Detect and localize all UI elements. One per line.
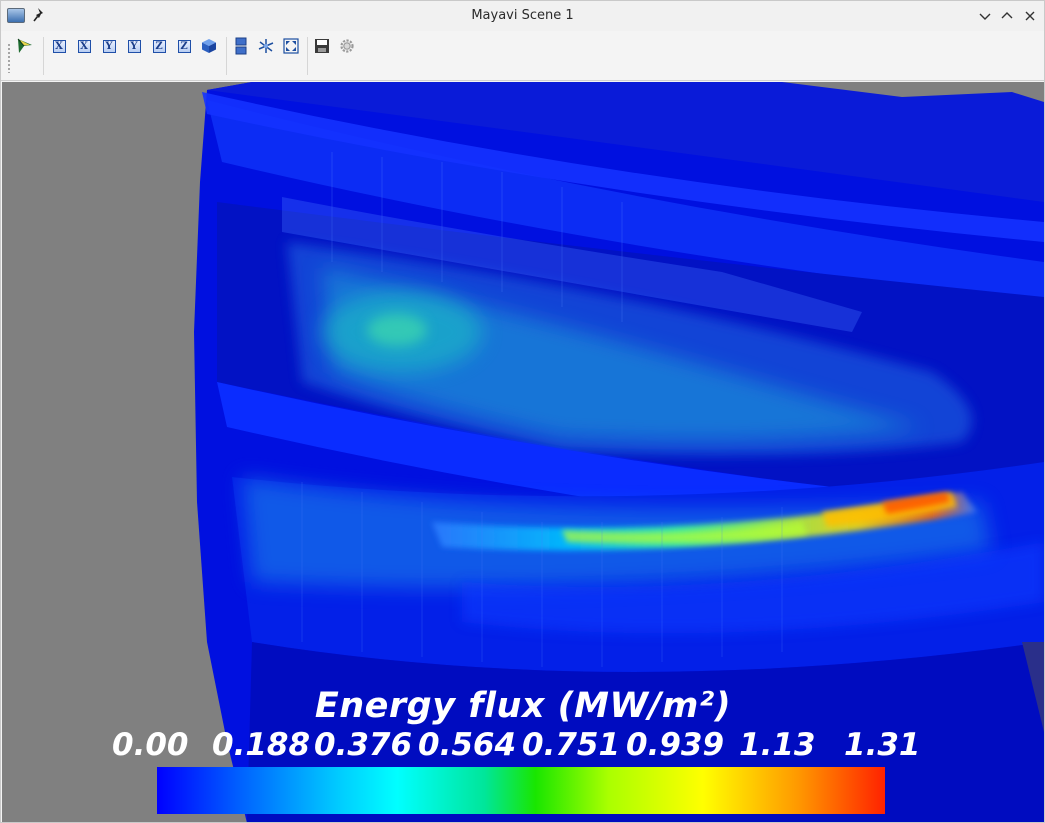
fullscreen-icon — [283, 38, 299, 54]
view-y-plus-button[interactable]: Y — [99, 36, 119, 56]
configure-scene-button[interactable] — [337, 36, 357, 56]
toolbar-separator — [226, 37, 227, 75]
parallel-projection-button[interactable] — [231, 36, 251, 56]
mayavi-window: Mayavi Scene 1 X X Y Y Z Z Energy flux (… — [0, 0, 1045, 823]
mayavi-logo-button[interactable] — [15, 36, 35, 56]
projection-icon — [235, 37, 247, 55]
view-x-minus-button[interactable]: X — [74, 36, 94, 56]
window-title: Mayavi Scene 1 — [471, 8, 574, 23]
save-scene-button[interactable] — [312, 36, 332, 56]
view-z-plus-button[interactable]: Z — [149, 36, 169, 56]
isometric-view-button[interactable] — [199, 36, 219, 56]
colorbar-tick: 0.939 — [626, 727, 725, 763]
full-screen-button[interactable] — [281, 36, 301, 56]
minimize-button[interactable] — [976, 7, 994, 25]
minimize-icon — [979, 13, 991, 20]
view-y-minus-button[interactable]: Y — [124, 36, 144, 56]
colorbar-tick: 0.376 — [314, 727, 413, 763]
cube-icon — [202, 39, 216, 53]
view-z-minus-button[interactable]: Z — [174, 36, 194, 56]
scene-toolbar: X X Y Y Z Z — [1, 31, 1044, 81]
colorbar-title: Energy flux (MW/m²) — [314, 686, 732, 726]
maximize-button[interactable] — [998, 7, 1016, 25]
colorbar-tick: 0.751 — [522, 727, 621, 763]
title-bar: Mayavi Scene 1 — [1, 1, 1044, 32]
save-icon — [315, 39, 329, 53]
colorbar-tick: 0.564 — [418, 727, 517, 763]
axes-icon — [258, 39, 274, 53]
show-axes-button[interactable] — [256, 36, 276, 56]
gear-icon — [340, 39, 354, 53]
colorbar-tick: 0.188 — [212, 727, 311, 763]
render-scene[interactable]: Energy flux (MW/m²) 0.00 0.188 0.376 0.5… — [2, 82, 1044, 822]
colorbar-tick: 1.13 — [739, 727, 816, 763]
close-icon — [1025, 11, 1035, 21]
colorbar — [157, 767, 885, 814]
view-x-plus-button[interactable]: X — [49, 36, 69, 56]
toolbar-grip[interactable] — [7, 43, 11, 73]
toolbar-separator — [307, 37, 308, 75]
toolbar-separator — [43, 37, 44, 75]
maximize-icon — [1001, 12, 1013, 19]
close-button[interactable] — [1021, 7, 1039, 25]
mayavi-icon — [17, 38, 32, 53]
colorbar-tick: 0.00 — [112, 727, 189, 763]
colorbar-tick: 1.31 — [844, 727, 921, 763]
